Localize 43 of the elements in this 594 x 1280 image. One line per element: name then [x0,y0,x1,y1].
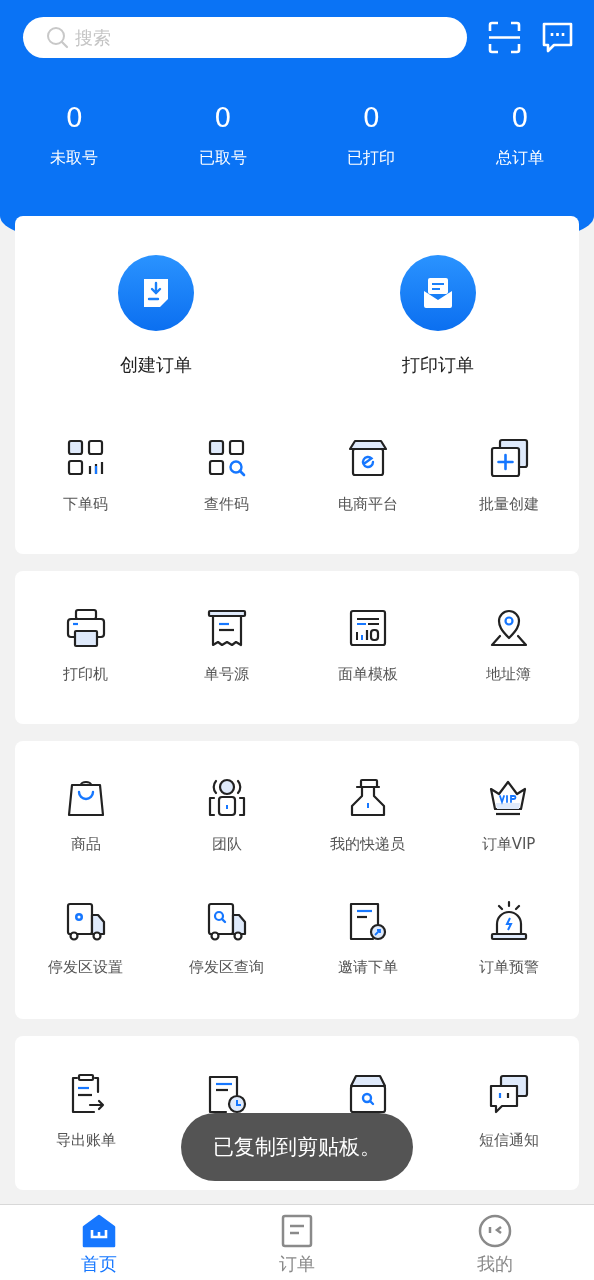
copied-toast: 已复制到剪贴板。 [181,1113,413,1181]
stat-value: 0 [65,102,83,134]
feature-button[interactable]: 我的快递员 [330,776,405,854]
document-icon [280,1214,314,1248]
home-icon [82,1214,116,1248]
stat-value: 0 [362,102,380,134]
stat-label: 未取号 [50,148,99,168]
feature-button[interactable]: 短信通知 [478,1072,539,1150]
feature-button[interactable]: 商品 [63,776,108,854]
feature-button[interactable]: 查件码 [204,436,249,514]
search-icon [46,26,70,50]
stat-label: 已取号 [198,148,247,168]
feature-button[interactable]: 下单码 [63,436,108,514]
stat-value: 0 [511,102,529,134]
tab[interactable]: 我的 [445,1205,545,1276]
feature-button[interactable]: 团队 [204,776,249,854]
stat-label: 总订单 [495,148,544,168]
feature-button[interactable]: 导出账单 [55,1072,116,1150]
stat-label: 已打印 [347,148,396,168]
action-button[interactable]: 打印订单 [363,255,513,377]
scan-button[interactable] [488,21,521,54]
scan-icon [488,21,521,54]
profile-icon [478,1214,512,1248]
feature-button[interactable]: 单号源 [204,606,249,684]
create-order-icon [118,255,194,331]
feature-button[interactable]: 订单VIP [481,776,536,854]
tab[interactable]: 首页 [49,1205,149,1276]
feature-button[interactable]: 面单模板 [337,606,398,684]
print-order-icon [400,255,476,331]
chat-icon [541,21,574,54]
feature-button[interactable]: 停发区查询 [189,899,264,977]
feature-button[interactable]: 停发区设置 [48,899,123,977]
message-button[interactable] [541,21,574,54]
feature-button[interactable]: 批量创建 [478,436,539,514]
feature-button[interactable]: 邀请下单 [337,899,398,977]
feature-button[interactable]: 电商平台 [337,436,398,514]
stat-value: 0 [214,102,232,134]
feature-button[interactable]: 打印机 [63,606,108,684]
feature-button[interactable]: 地址簿 [486,606,531,684]
tab[interactable]: 订单 [247,1205,347,1276]
feature-button[interactable]: 订单预警 [478,899,539,977]
action-button[interactable]: 创建订单 [81,255,231,377]
search-field[interactable]: 搜索 [23,17,467,58]
